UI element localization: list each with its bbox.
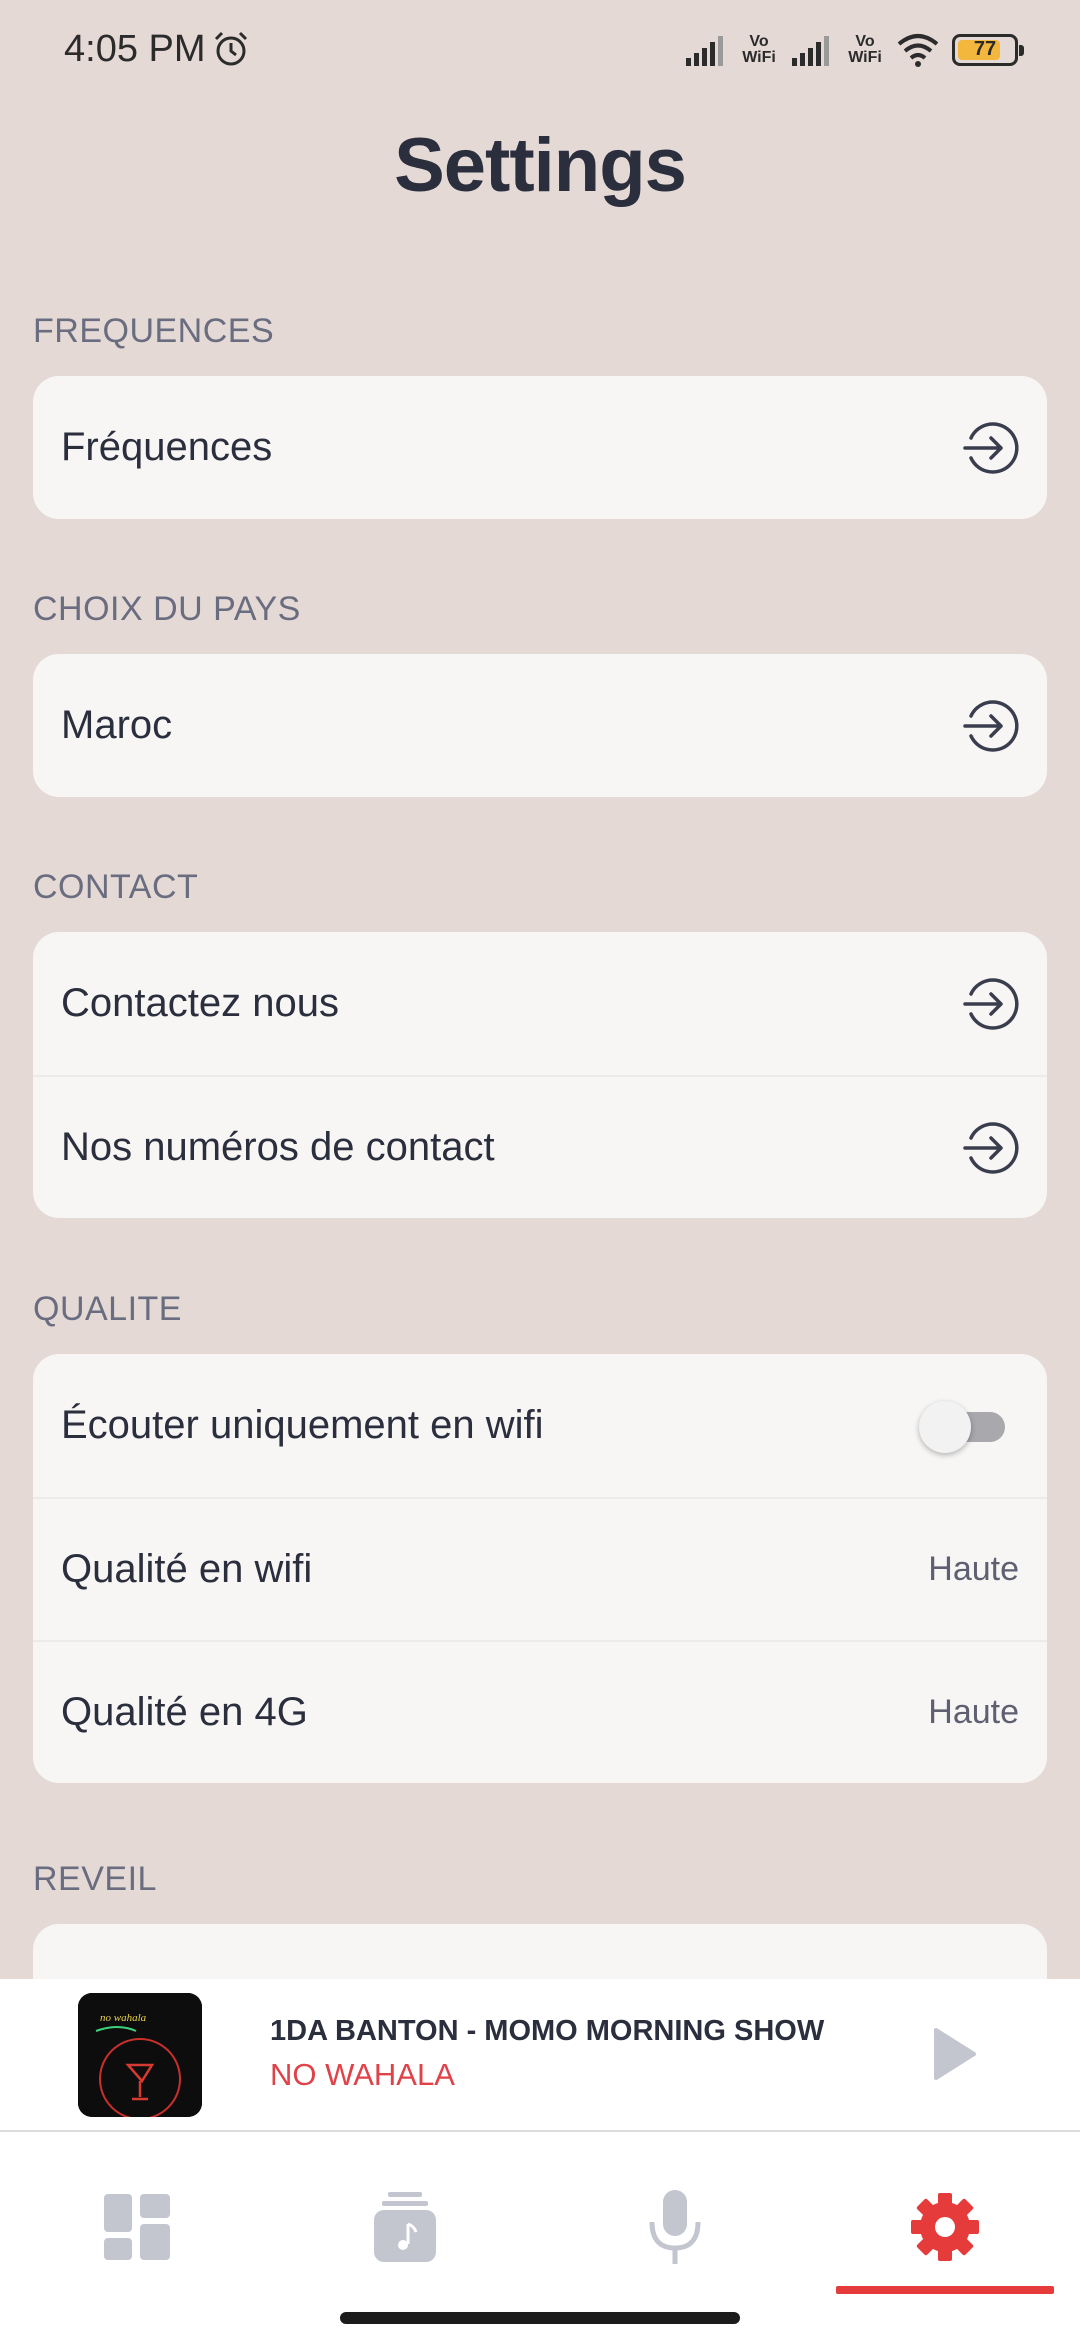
card-frequences: Fréquences xyxy=(33,376,1047,519)
now-playing-bar[interactable]: no wahala 1DA BANTON - MOMO MORNING SHOW… xyxy=(0,1979,1080,2132)
cell-signal-icon xyxy=(792,36,829,66)
tab-settings[interactable] xyxy=(900,2182,990,2272)
vowifi-badge: Vo WiFi xyxy=(742,33,776,66)
section-label-pays: CHOIX DU PAYS xyxy=(33,590,301,628)
row-value: Haute xyxy=(928,1693,1019,1731)
cell-signal-icon xyxy=(686,36,723,66)
row-label: Qualité en wifi xyxy=(61,1547,313,1591)
settings-row-contact-numbers[interactable]: Nos numéros de contact xyxy=(33,1075,1047,1218)
section-label-qualite: QUALITE xyxy=(33,1290,182,1328)
row-label: Maroc xyxy=(61,703,173,747)
row-label: Écouter uniquement en wifi xyxy=(61,1403,544,1447)
tab-dashboard[interactable] xyxy=(92,2182,182,2272)
bottom-tab-bar xyxy=(0,2132,1080,2340)
card-contact: Contactez nous Nos numéros de contact xyxy=(33,932,1047,1218)
home-indicator xyxy=(340,2312,740,2324)
wifi-icon xyxy=(897,34,939,67)
album-art: no wahala xyxy=(78,1993,202,2117)
alarm-icon xyxy=(214,31,248,66)
settings-row-country[interactable]: Maroc xyxy=(33,654,1047,797)
tab-podcasts[interactable] xyxy=(630,2182,720,2272)
settings-row-contact-us[interactable]: Contactez nous xyxy=(33,932,1047,1075)
page-title: Settings xyxy=(394,123,687,208)
section-label-reveil: REVEIL xyxy=(33,1860,157,1898)
dashboard-icon xyxy=(104,2194,170,2260)
row-value: Haute xyxy=(928,1550,1019,1588)
row-label: Nos numéros de contact xyxy=(61,1125,495,1169)
settings-row-wifi-only: Écouter uniquement en wifi xyxy=(33,1354,1047,1497)
microphone-icon xyxy=(649,2190,701,2264)
card-qualite: Écouter uniquement en wifi Qualité en wi… xyxy=(33,1354,1047,1783)
status-icons: Vo WiFi Vo WiFi 77 xyxy=(684,28,1024,72)
status-bar: 4:05 PM Vo WiFi Vo WiFi 77 xyxy=(0,0,1080,100)
card-pays: Maroc xyxy=(33,654,1047,797)
arrow-right-circle-icon xyxy=(963,977,1019,1030)
album-art-text: no wahala xyxy=(100,2012,147,2024)
wifi-only-toggle[interactable] xyxy=(919,1398,1007,1454)
row-label: Fréquences xyxy=(61,425,273,469)
arrow-right-circle-icon xyxy=(963,699,1019,752)
row-label: Qualité en 4G xyxy=(61,1690,308,1734)
toggle-thumb xyxy=(919,1400,971,1453)
vowifi-badge: Vo WiFi xyxy=(848,33,882,66)
active-tab-indicator xyxy=(836,2286,1054,2294)
gear-icon xyxy=(911,2193,979,2261)
now-playing-subtitle: NO WAHALA xyxy=(270,2057,455,2092)
row-label: Contactez nous xyxy=(61,981,339,1025)
music-library-icon xyxy=(374,2192,436,2262)
battery-icon: 77 xyxy=(952,34,1024,66)
section-label-contact: CONTACT xyxy=(33,868,199,906)
status-time: 4:05 PM xyxy=(64,28,206,70)
play-icon[interactable] xyxy=(930,2024,980,2084)
settings-row-frequences[interactable]: Fréquences xyxy=(33,376,1047,519)
settings-row-wifi-quality[interactable]: Qualité en wifi Haute xyxy=(33,1497,1047,1640)
tab-music-library[interactable] xyxy=(360,2182,450,2272)
album-art-image: no wahala xyxy=(78,1993,202,2117)
settings-row-4g-quality[interactable]: Qualité en 4G Haute xyxy=(33,1640,1047,1783)
now-playing-title: 1DA BANTON - MOMO MORNING SHOW xyxy=(270,2015,825,2047)
arrow-right-circle-icon xyxy=(963,421,1019,474)
section-label-frequences: FREQUENCES xyxy=(33,312,275,350)
arrow-right-circle-icon xyxy=(963,1121,1019,1174)
